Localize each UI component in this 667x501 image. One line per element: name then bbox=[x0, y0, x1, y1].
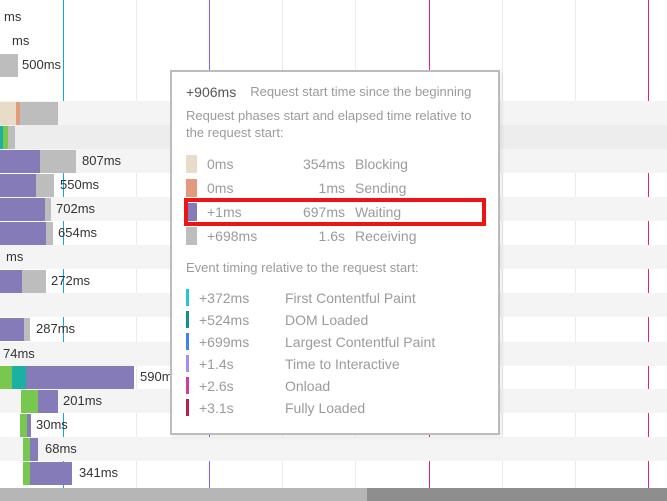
bar-segment bbox=[12, 366, 26, 389]
phase-swatch bbox=[186, 179, 197, 197]
bar-segment bbox=[0, 318, 24, 341]
event-color-line bbox=[186, 399, 189, 416]
duration-label: 702ms bbox=[56, 201, 95, 216]
waterfall-row[interactable]: 341ms bbox=[0, 461, 667, 484]
event-offset: +699ms bbox=[199, 334, 275, 350]
bar-segment bbox=[0, 102, 16, 125]
bar-segment bbox=[38, 390, 58, 413]
phase-swatch bbox=[186, 227, 197, 245]
bar-segment bbox=[27, 414, 31, 437]
duration-label: 500ms bbox=[22, 57, 61, 72]
bar-segment bbox=[20, 102, 58, 125]
waterfall-row[interactable]: 68ms bbox=[0, 437, 667, 460]
event-color-line bbox=[186, 355, 189, 372]
tooltip-phase-list: 0ms354msBlocking0ms1msSending+1ms697msWa… bbox=[186, 152, 484, 248]
phase-row: 0ms 1ms Sending bbox=[186, 176, 484, 200]
duration-label: 807ms bbox=[82, 153, 121, 168]
event-color-line bbox=[186, 311, 189, 328]
event-row: +372ms First Contentful Paint bbox=[186, 287, 484, 309]
phase-name: Sending bbox=[355, 180, 406, 196]
tooltip-start-label: Request start time since the beginning bbox=[250, 84, 471, 100]
event-row: +524ms DOM Loaded bbox=[186, 309, 484, 331]
bar-segment bbox=[22, 270, 46, 293]
event-row: +2.6s Onload bbox=[186, 375, 484, 397]
bar-segment bbox=[21, 390, 38, 413]
bar-segment bbox=[0, 270, 22, 293]
phase-elapsed: 354ms bbox=[289, 156, 345, 172]
event-offset: +1.4s bbox=[199, 356, 275, 372]
event-row: +3.1s Fully Loaded bbox=[186, 397, 484, 419]
duration-label: ms bbox=[4, 9, 21, 24]
phase-name: Receiving bbox=[355, 228, 416, 244]
waterfall-row[interactable]: ms bbox=[0, 29, 667, 52]
bar-segment bbox=[0, 150, 40, 173]
bar-segment bbox=[0, 222, 46, 245]
phase-elapsed: 1.6s bbox=[289, 228, 345, 244]
event-name: Largest Contentful Paint bbox=[285, 334, 435, 350]
event-offset: +3.1s bbox=[199, 400, 275, 416]
tooltip-phases-desc: Request phases start and elapsed time re… bbox=[186, 108, 484, 142]
event-row: +1.4s Time to Interactive bbox=[186, 353, 484, 375]
event-offset: +372ms bbox=[199, 290, 275, 306]
event-name: Onload bbox=[285, 378, 330, 394]
phase-elapsed: 1ms bbox=[289, 180, 345, 196]
event-name: Time to Interactive bbox=[285, 356, 400, 372]
duration-label: 30ms bbox=[36, 417, 68, 432]
bar-segment bbox=[23, 438, 30, 461]
bar-segment bbox=[0, 54, 18, 77]
duration-label: 68ms bbox=[45, 441, 77, 456]
event-offset: +524ms bbox=[199, 312, 275, 328]
bar-segment bbox=[0, 198, 45, 221]
timing-tooltip: +906ms Request start time since the begi… bbox=[170, 70, 500, 435]
duration-label: 201ms bbox=[63, 393, 102, 408]
waterfall-row[interactable]: ms bbox=[0, 5, 667, 28]
duration-label: 341ms bbox=[79, 465, 118, 480]
event-name: Fully Loaded bbox=[285, 400, 365, 416]
phase-offset: 0ms bbox=[207, 156, 279, 172]
event-offset: +2.6s bbox=[199, 378, 275, 394]
bar-segment bbox=[0, 366, 12, 389]
bar-segment bbox=[24, 318, 30, 341]
bar-segment bbox=[23, 462, 30, 485]
event-color-line bbox=[186, 333, 189, 350]
bar-segment bbox=[8, 126, 15, 149]
phase-offset: 0ms bbox=[207, 180, 279, 196]
bar-segment bbox=[36, 174, 54, 197]
phase-offset: +698ms bbox=[207, 228, 279, 244]
duration-label: ms bbox=[12, 33, 29, 48]
duration-label: ms bbox=[6, 249, 23, 264]
event-name: DOM Loaded bbox=[285, 312, 368, 328]
duration-label: 272ms bbox=[51, 273, 90, 288]
bar-segment bbox=[46, 222, 53, 245]
bar-segment bbox=[26, 366, 134, 389]
phase-row: 0ms 354ms Blocking bbox=[186, 152, 484, 176]
bar-segment bbox=[30, 462, 72, 485]
bar-segment bbox=[0, 174, 36, 197]
bar-segment bbox=[40, 150, 76, 173]
event-row: +699ms Largest Contentful Paint bbox=[186, 331, 484, 353]
phase-name: Blocking bbox=[355, 156, 408, 172]
horizontal-scrollbar-thumb[interactable] bbox=[0, 488, 367, 501]
event-color-line bbox=[186, 289, 189, 306]
duration-label: 74ms bbox=[3, 346, 35, 361]
bar-segment bbox=[45, 198, 51, 221]
bar-segment bbox=[20, 414, 27, 437]
tooltip-events-desc: Event timing relative to the request sta… bbox=[186, 260, 484, 277]
phase-row: +698ms 1.6s Receiving bbox=[186, 224, 484, 248]
duration-label: 550ms bbox=[60, 177, 99, 192]
event-color-line bbox=[186, 377, 189, 394]
duration-label: 654ms bbox=[58, 225, 97, 240]
bar-segment bbox=[30, 438, 38, 461]
tooltip-start-time: +906ms bbox=[186, 84, 236, 100]
phase-swatch bbox=[186, 155, 197, 173]
phase-highlight bbox=[184, 198, 486, 226]
tooltip-events-list: +372ms First Contentful Paint +524ms DOM Lo… bbox=[186, 287, 484, 419]
duration-label: 287ms bbox=[36, 321, 75, 336]
event-name: First Contentful Paint bbox=[285, 290, 416, 306]
